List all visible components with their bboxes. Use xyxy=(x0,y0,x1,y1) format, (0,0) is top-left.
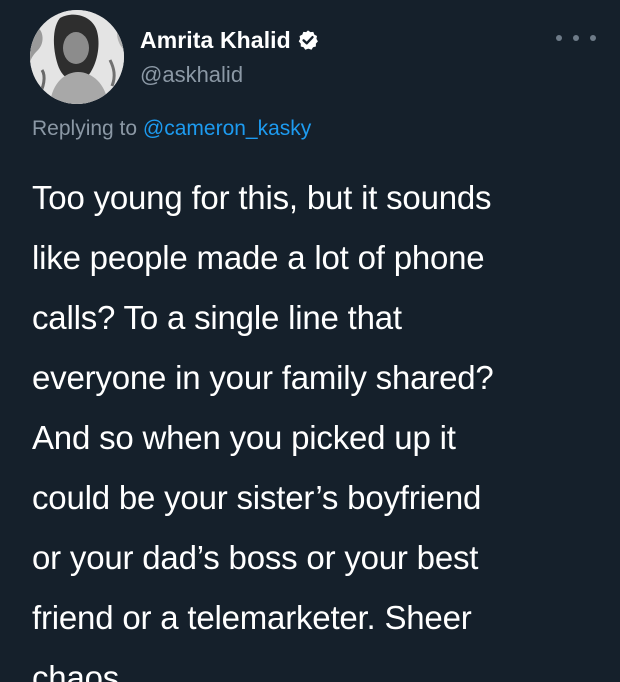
reply-mention-link[interactable]: @cameron_kasky xyxy=(143,117,311,140)
tweet-text-line: And so when you picked up it xyxy=(32,419,456,456)
tweet-text-line: friend or a telemarketer. Sheer xyxy=(32,599,472,636)
author-display-name[interactable]: Amrita Khalid xyxy=(140,27,291,54)
avatar[interactable] xyxy=(30,10,124,104)
more-dot xyxy=(573,35,579,41)
replying-to: Replying to @cameron_kasky xyxy=(32,117,311,141)
replying-to-label: Replying to xyxy=(32,117,143,140)
tweet-text: Too young for this, but it sounds like p… xyxy=(32,168,612,682)
tweet-text-line: Too young for this, but it sounds xyxy=(32,179,492,216)
tweet-text-line: or your dad’s boss or your best xyxy=(32,539,479,576)
tweet-text-line: could be your sister’s boyfriend xyxy=(32,479,482,516)
tweet-text-line: like people made a lot of phone xyxy=(32,239,485,276)
author-handle[interactable]: @askhalid xyxy=(140,62,243,88)
tweet-card: Amrita Khalid @askhalid Replying to @cam… xyxy=(0,0,620,682)
more-options-icon[interactable] xyxy=(556,26,596,50)
tweet-text-line: calls? To a single line that xyxy=(32,299,402,336)
more-dot xyxy=(590,35,596,41)
verified-badge-icon xyxy=(297,29,319,51)
avatar-photo xyxy=(30,10,124,104)
tweet-text-line: everyone in your family shared? xyxy=(32,359,494,396)
more-dot xyxy=(556,35,562,41)
author-name-row: Amrita Khalid xyxy=(140,24,319,56)
tweet-text-line: chaos. xyxy=(32,659,129,682)
